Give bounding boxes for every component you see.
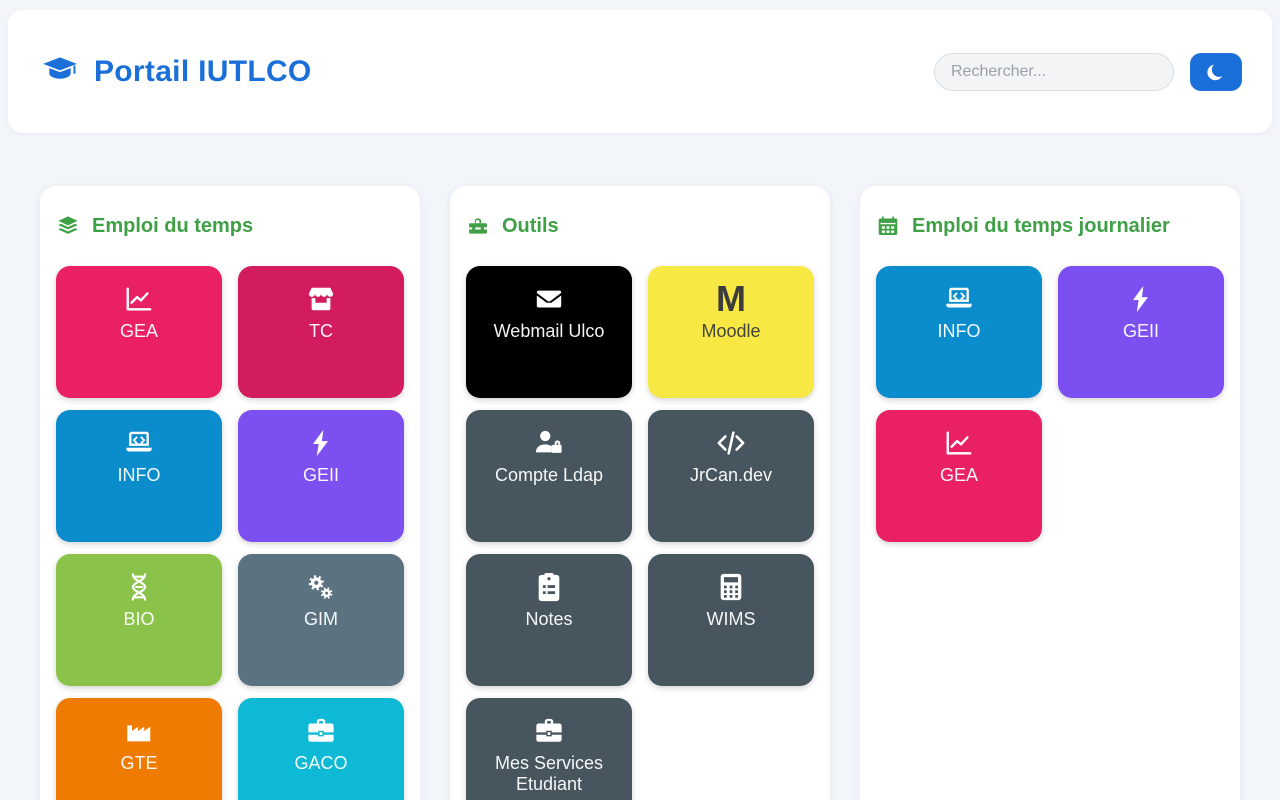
tile-label: INFO (117, 465, 161, 485)
calendar-days-icon (876, 215, 900, 237)
card-header: Emploi du temps journalier (876, 212, 1224, 240)
card-title: Emploi du temps journalier (912, 215, 1170, 237)
tile-gea[interactable]: GEA (876, 410, 1042, 542)
code-icon (715, 428, 747, 458)
tile-label: GEA (939, 465, 978, 485)
tile-wims[interactable]: WIMS (648, 554, 814, 686)
chart-line-icon (123, 284, 155, 314)
dna-icon (123, 572, 155, 602)
briefcase-icon (305, 716, 337, 746)
card-header: Emploi du temps (56, 212, 404, 240)
tile-label: GEII (302, 465, 339, 485)
cards-row: Emploi du temps GEA TC INFO GEII BIO GIM GTE GA… (8, 186, 1272, 800)
tile-label: WIMS (706, 609, 756, 629)
search-input[interactable] (934, 52, 1174, 91)
tile-geii[interactable]: GEII (1058, 266, 1224, 398)
tile-label: Mes Services Etudiant (494, 753, 604, 795)
tile-bio[interactable]: BIO (56, 554, 222, 686)
tile-tc[interactable]: TC (238, 266, 404, 398)
tile-info[interactable]: INFO (876, 266, 1042, 398)
header: Portail IUTLCO (8, 10, 1272, 133)
envelope-icon (533, 284, 565, 314)
bolt-icon (305, 428, 337, 458)
tile-mes-services-etudiant[interactable]: Mes Services Etudiant (466, 698, 632, 800)
card-title: Emploi du temps (92, 215, 254, 237)
tile-gim[interactable]: GIM (238, 554, 404, 686)
user-lock-icon (533, 428, 565, 458)
page: Portail IUTLCO Emploi du temps GEA TC INFO… (0, 0, 1280, 800)
card-outils: Outils Webmail Ulco M Moodle Compte Ldap JrC… (450, 186, 830, 800)
tile-moodle[interactable]: M Moodle (648, 266, 814, 398)
tile-label: GIM (304, 609, 338, 629)
page-title: Portail IUTLCO (94, 54, 312, 88)
graduation-cap-icon (40, 54, 80, 90)
tile-info[interactable]: INFO (56, 410, 222, 542)
tile-label: GEII (1122, 321, 1159, 341)
tile-label: GACO (294, 753, 348, 773)
chart-line-icon (943, 428, 975, 458)
laptop-code-icon (123, 428, 155, 458)
brand: Portail IUTLCO (40, 54, 312, 90)
tile-label: Compte Ldap (494, 465, 604, 485)
tile-gea[interactable]: GEA (56, 266, 222, 398)
tile-notes[interactable]: Notes (466, 554, 632, 686)
theme-toggle-button[interactable] (1190, 52, 1242, 91)
calculator-icon (715, 572, 747, 602)
tile-label: BIO (123, 609, 155, 629)
tile-gte[interactable]: GTE (56, 698, 222, 800)
header-actions (934, 52, 1242, 91)
tile-grid: INFO GEII GEA (876, 266, 1224, 542)
card-header: Outils (466, 212, 814, 240)
tile-label: INFO (937, 321, 981, 341)
industry-icon (123, 716, 155, 746)
tile-label: Moodle (701, 321, 761, 341)
tile-compte-ldap[interactable]: Compte Ldap (466, 410, 632, 542)
toolbox-icon (466, 215, 490, 237)
tile-geii[interactable]: GEII (238, 410, 404, 542)
tile-label: TC (309, 321, 333, 341)
card-emploi-du-temps: Emploi du temps GEA TC INFO GEII BIO GIM GTE GA… (40, 186, 420, 800)
gears-icon (305, 572, 337, 602)
tile-label: Notes (525, 609, 573, 629)
moon-icon (1205, 60, 1227, 83)
briefcase-icon (533, 716, 565, 746)
laptop-code-icon (943, 284, 975, 314)
store-icon (305, 284, 337, 314)
tile-label: GTE (120, 753, 158, 773)
tile-label: Webmail Ulco (493, 321, 605, 341)
tile-grid: GEA TC INFO GEII BIO GIM GTE GACO (56, 266, 404, 800)
clipboard-list-icon (533, 572, 565, 602)
card-emploi-du-temps-journalier: Emploi du temps journalier INFO GEII GEA (860, 186, 1240, 800)
tile-label: GEA (119, 321, 158, 341)
layer-group-icon (56, 215, 80, 237)
card-title: Outils (502, 215, 559, 237)
tile-label: JrCan.dev (689, 465, 773, 485)
tile-jrcan-dev[interactable]: JrCan.dev (648, 410, 814, 542)
moodle-m-icon: M (716, 277, 746, 319)
tile-gaco[interactable]: GACO (238, 698, 404, 800)
tile-grid: Webmail Ulco M Moodle Compte Ldap JrCan.dev N… (466, 266, 814, 800)
bolt-icon (1125, 284, 1157, 314)
tile-webmail-ulco[interactable]: Webmail Ulco (466, 266, 632, 398)
